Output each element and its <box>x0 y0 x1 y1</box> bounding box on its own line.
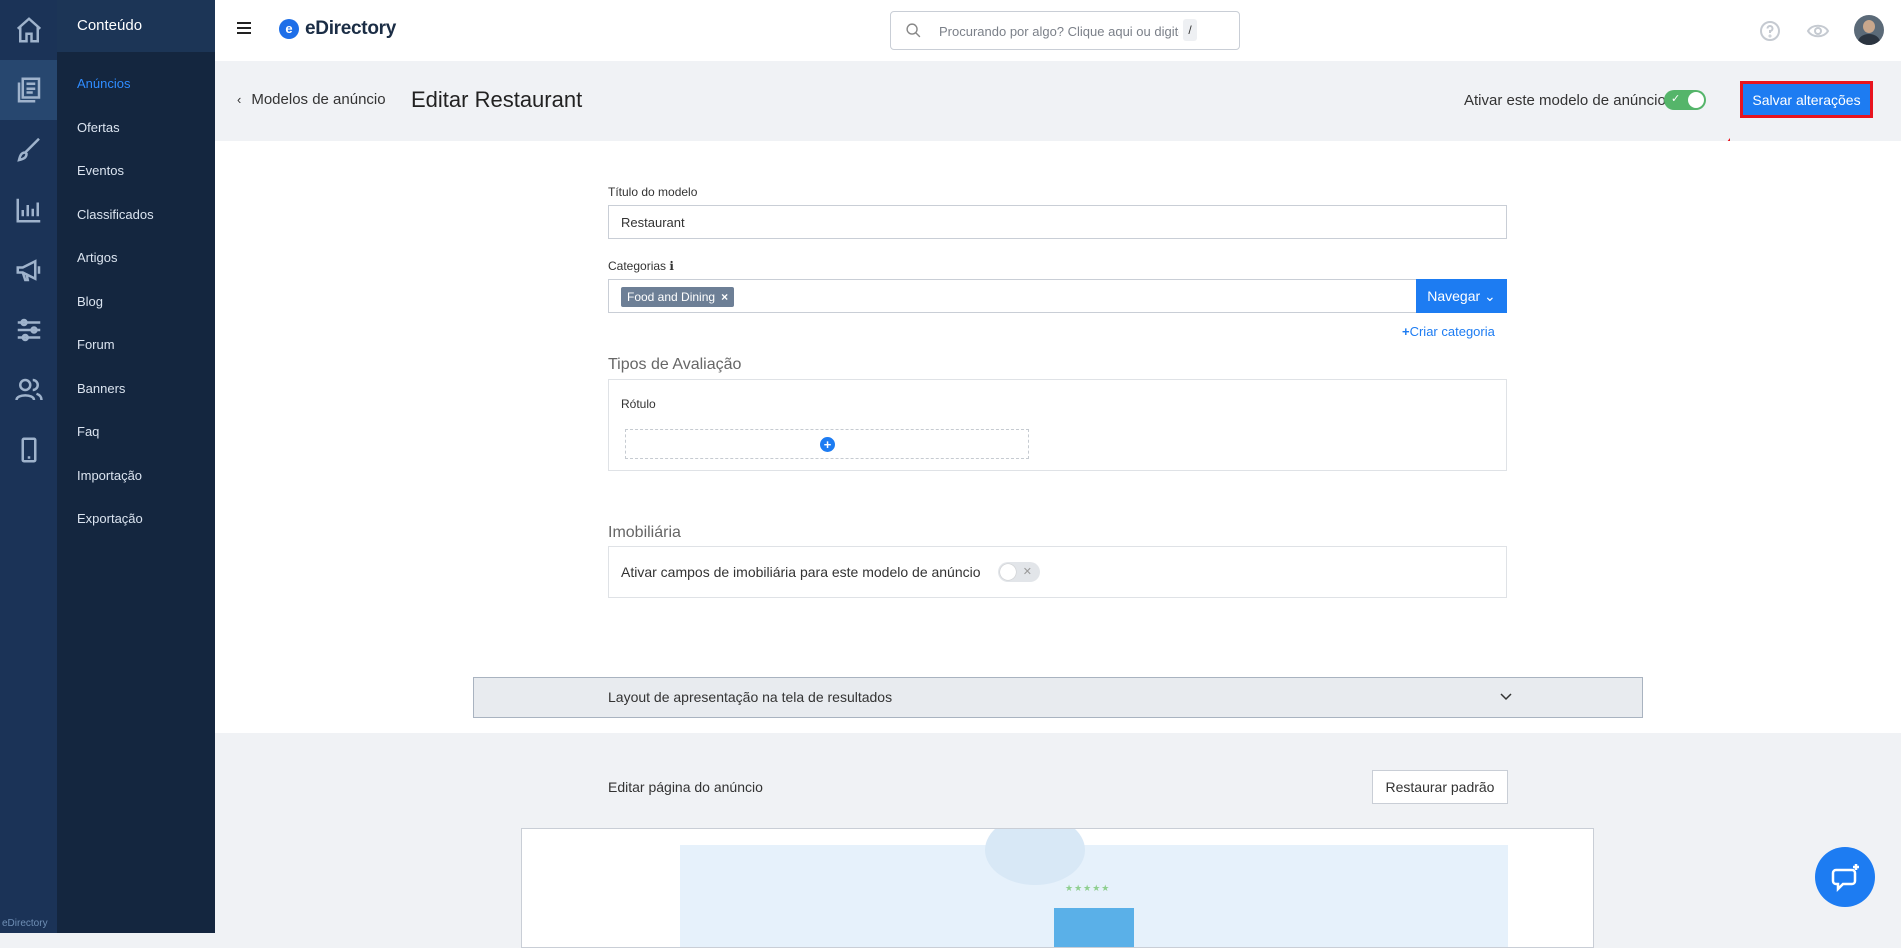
top-bar: e eDirectory / <box>215 0 1901 62</box>
plus-icon: + <box>1402 324 1410 339</box>
create-category-label: Criar categoria <box>1409 324 1495 339</box>
sidebar-item-importacao[interactable]: Importação <box>57 454 215 498</box>
chat-icon <box>1831 864 1859 893</box>
sidebar-item-eventos[interactable]: Eventos <box>57 149 215 193</box>
search-input[interactable] <box>937 20 1181 42</box>
users-icon[interactable] <box>0 360 57 420</box>
create-category-link[interactable]: +Criar categoria <box>1402 324 1495 339</box>
avatar[interactable] <box>1854 15 1884 45</box>
category-tag-label: Food and Dining <box>627 290 716 304</box>
logo-text: eDirectory <box>305 18 396 39</box>
megaphone-icon[interactable] <box>0 240 57 300</box>
preview-image <box>1054 908 1134 947</box>
realestate-section-title: Imobiliária <box>608 524 681 541</box>
browse-label: Navegar <box>1427 288 1481 304</box>
save-button[interactable]: Salvar alterações <box>1740 81 1873 118</box>
rating-label: Rótulo <box>621 397 656 411</box>
sidebar-item-banners[interactable]: Banners <box>57 367 215 411</box>
page-header: ‹ Modelos de anúncio Editar Restaurant At… <box>215 61 1901 141</box>
x-icon: ✕ <box>1022 566 1032 578</box>
chevron-down-icon: ⌄ <box>1484 288 1496 304</box>
help-icon[interactable] <box>1758 19 1782 43</box>
categories-label-text: Categorias <box>608 259 667 273</box>
logo[interactable]: e eDirectory <box>279 18 396 40</box>
title-field[interactable] <box>608 205 1507 239</box>
collapse-label: Layout de apresentação na tela de result… <box>608 689 893 705</box>
rail-brand: eDirectory <box>2 918 48 929</box>
sidebar-header: Conteúdo <box>57 0 215 52</box>
review-section-title: Tipos de Avaliação <box>608 356 742 373</box>
home-icon[interactable] <box>0 0 57 60</box>
realestate-box: Ativar campos de imobiliária para este m… <box>608 546 1507 598</box>
eye-icon[interactable] <box>1806 19 1830 43</box>
activate-toggle[interactable]: ✓ <box>1664 90 1706 110</box>
mobile-icon[interactable] <box>0 420 57 480</box>
page-title: Editar Restaurant <box>411 87 583 112</box>
icon-rail: eDirectory <box>0 0 57 933</box>
sliders-icon[interactable] <box>0 300 57 360</box>
search-box[interactable]: / <box>890 11 1240 50</box>
logo-mark: e <box>279 19 299 39</box>
add-rating-area[interactable]: + <box>625 429 1029 459</box>
sidebar-item-classificados[interactable]: Classificados <box>57 193 215 237</box>
content-icon[interactable] <box>0 60 57 120</box>
info-icon[interactable]: ℹ <box>669 259 674 273</box>
back-label: Modelos de anúncio <box>251 91 386 108</box>
edit-page-section: Editar página do anúncio Restaurar padrã… <box>215 733 1901 948</box>
preview-shape <box>985 829 1085 885</box>
check-icon: ✓ <box>1671 93 1681 105</box>
main-panel: Título do modelo Categorias ℹ Food and D… <box>215 141 1901 733</box>
results-layout-collapse[interactable]: Layout de apresentação na tela de result… <box>473 677 1643 718</box>
chevron-left-icon: ‹ <box>237 92 242 107</box>
brush-icon[interactable] <box>0 120 57 180</box>
chart-icon[interactable] <box>0 180 57 240</box>
sidebar-item-blog[interactable]: Blog <box>57 280 215 324</box>
menu-icon[interactable] <box>237 22 251 36</box>
activate-label: Ativar este modelo de anúncio <box>1464 92 1666 109</box>
categories-input[interactable]: Food and Dining × <box>608 279 1418 313</box>
search-shortcut: / <box>1183 19 1197 41</box>
content-sidebar: Conteúdo Anúncios Ofertas Eventos Classi… <box>57 0 215 933</box>
chevron-down-icon <box>1500 693 1512 701</box>
add-circle-icon[interactable]: + <box>820 437 835 452</box>
page-preview[interactable]: ★★★★★ <box>521 828 1594 948</box>
review-types-box: Rótulo + <box>608 379 1507 471</box>
sidebar-item-anuncios[interactable]: Anúncios <box>57 62 215 106</box>
preview-stars: ★★★★★ <box>1065 883 1111 893</box>
categories-label: Categorias ℹ <box>608 259 674 273</box>
remove-tag-icon[interactable]: × <box>721 290 728 304</box>
back-link[interactable]: ‹ Modelos de anúncio <box>237 91 386 108</box>
restore-default-button[interactable]: Restaurar padrão <box>1372 770 1508 804</box>
search-icon <box>906 23 921 38</box>
chat-support-button[interactable] <box>1815 847 1875 907</box>
browse-button[interactable]: Navegar ⌄ <box>1416 279 1507 313</box>
sidebar-item-exportacao[interactable]: Exportação <box>57 497 215 541</box>
sidebar-item-ofertas[interactable]: Ofertas <box>57 106 215 150</box>
edit-page-label: Editar página do anúncio <box>608 779 763 795</box>
sidebar-item-forum[interactable]: Forum <box>57 323 215 367</box>
category-tag: Food and Dining × <box>621 287 735 307</box>
sidebar-item-faq[interactable]: Faq <box>57 410 215 454</box>
title-field-label: Título do modelo <box>608 185 698 199</box>
realestate-toggle[interactable]: ✕ <box>998 562 1040 582</box>
sidebar-item-artigos[interactable]: Artigos <box>57 236 215 280</box>
realestate-label: Ativar campos de imobiliária para este m… <box>621 564 981 580</box>
